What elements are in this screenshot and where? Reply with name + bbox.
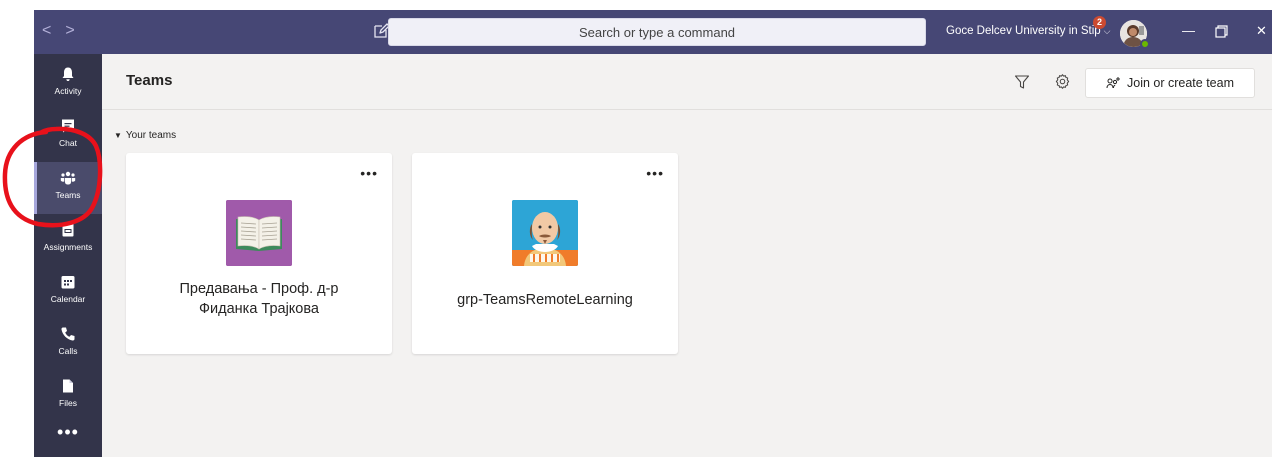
restore-icon[interactable] [1215,25,1228,38]
page-title: Teams [126,72,173,89]
rail-item-teams[interactable]: Teams [34,162,102,214]
rail-item-label: Activity [54,86,82,96]
phone-icon [61,327,75,341]
notification-badge: 2 [1093,16,1106,29]
chat-icon [62,119,74,133]
filter-icon[interactable] [1014,74,1030,90]
team-name-line: Предавања - Проф. д-р [179,281,339,297]
shakespeare-icon [512,200,578,266]
team-thumbnail [512,200,578,266]
forward-button[interactable]: > [65,22,74,40]
chevron-down-icon: ⌵ [1103,26,1111,36]
section-label: Your teams [125,130,177,141]
title-bar: < > Goce Delcev University in Stip ⌵ 2 — [34,10,1272,54]
rail-item-calendar[interactable]: Calendar [34,266,102,318]
rail-item-label: Teams [55,190,81,200]
teams-app-window: < > Goce Delcev University in Stip ⌵ 2 — [34,10,1272,457]
history-nav: < > [42,22,75,40]
team-card[interactable]: ••• Предавања - Проф. д-р Фиданка Трајко… [126,153,392,354]
screenshot-frame: < > Goce Delcev University in Stip ⌵ 2 — [0,0,1272,457]
close-window-button[interactable]: ✕ [1256,22,1267,40]
rail-item-calls[interactable]: Calls [34,318,102,370]
team-name-line: Фиданка Трајкова [199,301,319,317]
rail-item-label: Chat [59,138,77,148]
minimize-button[interactable]: — [1182,22,1195,40]
app-rail: Activity Chat Teams Assignments Calendar… [34,54,102,457]
gear-icon[interactable] [1054,73,1071,90]
rail-item-label: Assignments [43,242,93,252]
teams-icon [60,171,76,185]
team-more-options-button[interactable]: ••• [646,165,664,181]
team-name: grp-TeamsRemoteLearning [457,292,633,308]
rail-item-label: Files [59,398,77,408]
page-header: Teams Join or create team [102,54,1272,110]
your-teams-section-toggle[interactable]: ▼ Your teams [114,130,176,141]
book-icon [226,200,292,266]
calendar-icon [61,276,75,289]
bell-icon [62,67,74,81]
assignments-icon [62,223,74,237]
more-apps-button[interactable]: ••• [34,422,102,443]
team-card[interactable]: ••• grp-TeamsRemoteLearning [412,153,678,354]
team-more-options-button[interactable]: ••• [360,165,378,181]
org-switcher[interactable]: Goce Delcev University in Stip ⌵ [946,24,1111,37]
rail-item-assignments[interactable]: Assignments [34,214,102,266]
join-create-team-label: Join or create team [1127,76,1234,90]
rail-item-chat[interactable]: Chat [34,110,102,162]
search-box[interactable] [388,18,926,46]
join-create-team-button[interactable]: Join or create team [1085,68,1255,98]
back-button[interactable]: < [42,22,51,40]
file-icon [63,379,73,393]
rail-item-label: Calls [58,346,78,356]
team-name: Предавања - Проф. д-р Фиданка Трајкова [136,279,382,319]
add-people-icon [1106,77,1120,89]
rail-item-label: Calendar [50,294,86,304]
presence-available-icon [1140,39,1150,49]
team-thumbnail [226,200,292,266]
org-name: Goce Delcev University in Stip [946,24,1101,37]
rail-item-files[interactable]: Files [34,370,102,422]
rail-item-activity[interactable]: Activity [34,58,102,110]
caret-down-icon: ▼ [114,131,122,140]
search-input[interactable] [389,19,925,45]
